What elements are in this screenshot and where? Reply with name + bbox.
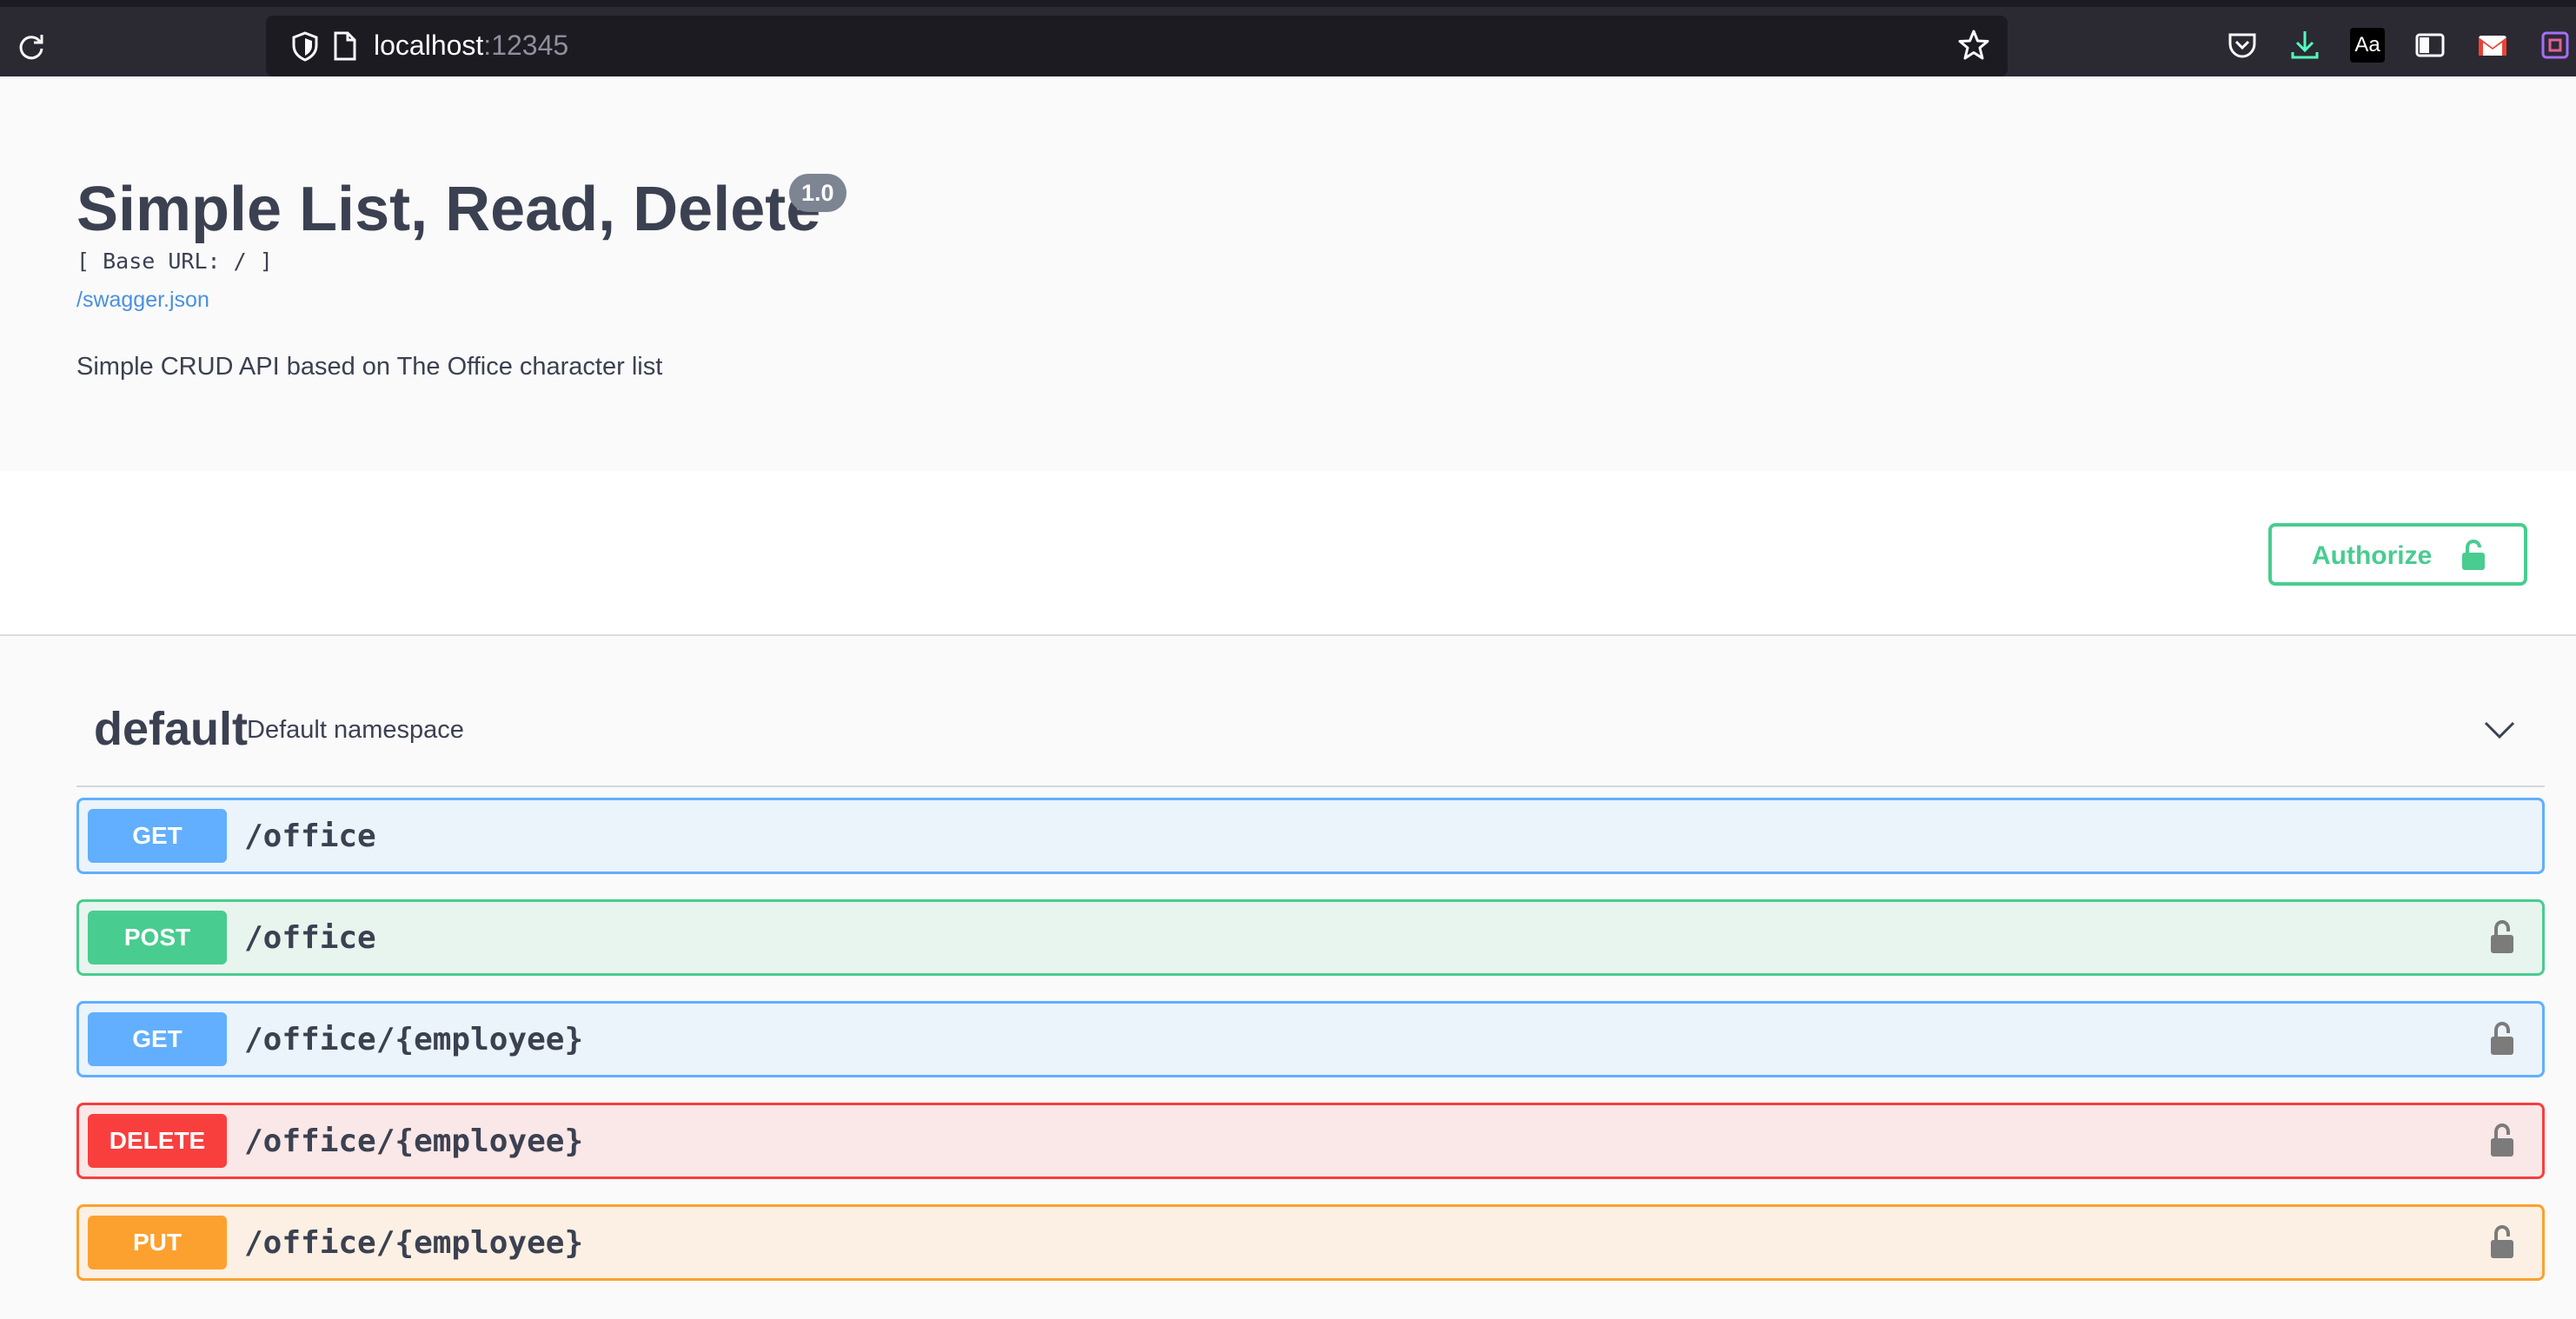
browser-toolbar: localhost:12345 Aa: [0, 0, 2576, 76]
url-port: :12345: [483, 30, 569, 61]
operation-get-office[interactable]: GET /office: [76, 798, 2545, 874]
base-url: [ Base URL: / ]: [76, 249, 273, 274]
method-badge: GET: [88, 1012, 227, 1066]
api-description: Simple CRUD API based on The Office char…: [76, 353, 663, 381]
swagger-json-link[interactable]: /swagger.json: [76, 285, 209, 315]
operation-path: /office/{employee}: [244, 1225, 584, 1261]
url-text[interactable]: localhost:12345: [374, 28, 568, 63]
tag-description: Default namespace: [247, 716, 464, 744]
operation-post-office[interactable]: POST /office: [76, 899, 2545, 976]
page-title: Simple List, Read, Delete: [76, 175, 821, 244]
version-badge: 1.0: [789, 174, 846, 212]
authorize-label: Authorize: [2312, 541, 2433, 570]
page-icon: [334, 31, 356, 61]
operation-put-office-employee[interactable]: PUT /office/{employee}: [76, 1204, 2545, 1281]
method-badge: POST: [88, 911, 227, 964]
info-section: Simple List, Read, Delete 1.0 [ Base URL…: [0, 76, 2576, 471]
operation-get-office-employee[interactable]: GET /office/{employee}: [76, 1001, 2545, 1077]
reload-icon[interactable]: [16, 31, 47, 63]
lock-icon[interactable]: [2488, 1224, 2516, 1261]
download-icon[interactable]: [2287, 28, 2322, 63]
method-badge: PUT: [88, 1216, 227, 1269]
operation-path: /office: [244, 819, 376, 854]
tag-header-default[interactable]: default Default namespace: [76, 674, 2545, 787]
reader-icon[interactable]: Aa: [2350, 28, 2385, 63]
mail-icon[interactable]: [2475, 28, 2510, 63]
operation-path: /office: [244, 920, 376, 956]
address-bar[interactable]: localhost:12345: [266, 16, 2008, 76]
operation-delete-office-employee[interactable]: DELETE /office/{employee}: [76, 1103, 2545, 1179]
shield-icon[interactable]: [290, 30, 320, 62]
operation-path: /office/{employee}: [244, 1123, 584, 1159]
scheme-container: Authorize: [0, 471, 2576, 636]
operation-path: /office/{employee}: [244, 1022, 584, 1057]
url-host: localhost: [374, 30, 484, 61]
pocket-icon[interactable]: [2225, 28, 2260, 63]
sidebar-icon[interactable]: [2413, 28, 2447, 63]
method-badge: GET: [88, 809, 227, 863]
lock-icon: [2462, 539, 2485, 570]
chevron-down-icon[interactable]: [2482, 713, 2517, 747]
tag-name: default: [94, 703, 249, 755]
lock-icon[interactable]: [2488, 919, 2516, 956]
lock-icon[interactable]: [2488, 1021, 2516, 1057]
extension-icon[interactable]: [2538, 28, 2573, 63]
lock-icon[interactable]: [2488, 1123, 2516, 1159]
method-badge: DELETE: [88, 1114, 227, 1168]
authorize-button[interactable]: Authorize: [2268, 523, 2527, 586]
star-icon[interactable]: [1957, 29, 1990, 62]
